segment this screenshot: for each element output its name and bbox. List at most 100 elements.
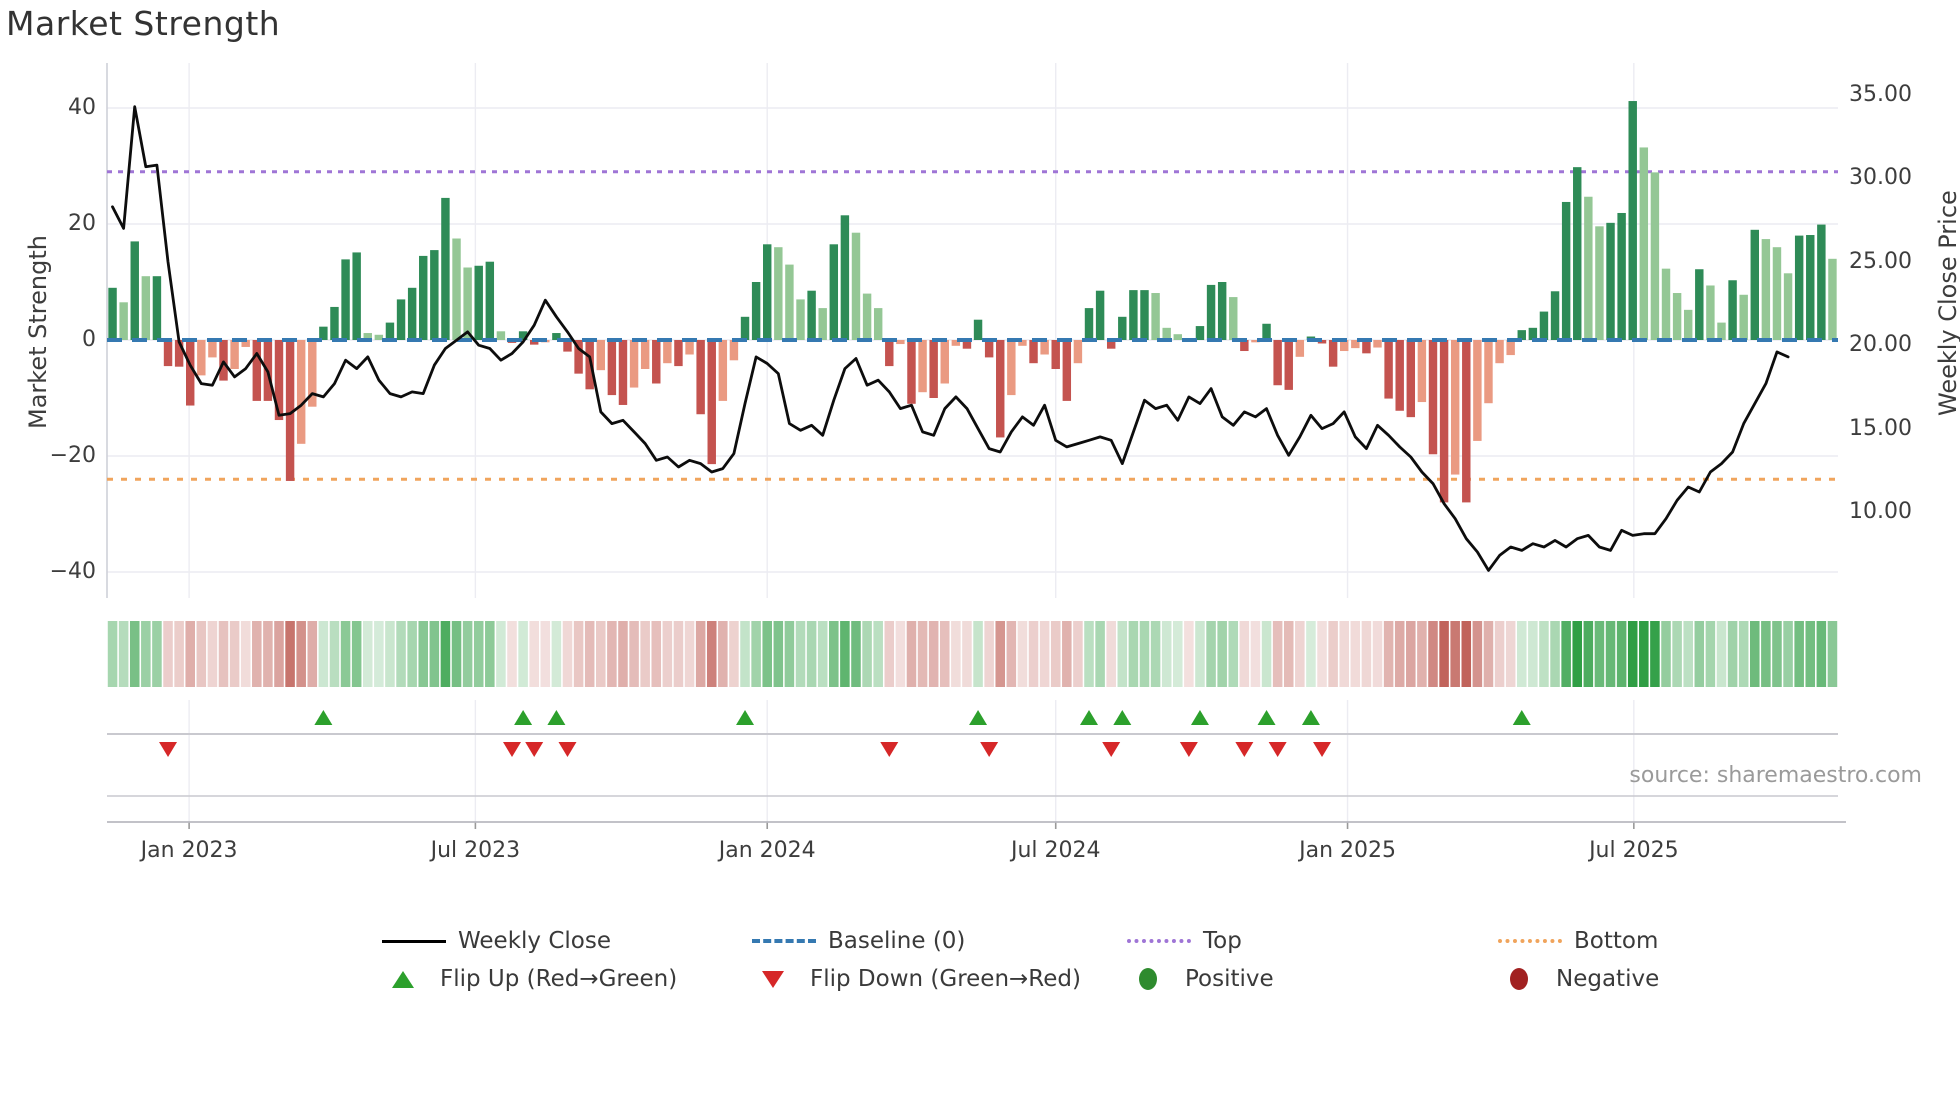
heatmap-cell bbox=[1394, 621, 1405, 687]
heatmap-cell bbox=[1461, 621, 1472, 687]
flip-up-marker bbox=[514, 710, 533, 725]
heatmap-cell bbox=[473, 621, 484, 687]
strength-bar-positive bbox=[496, 331, 506, 340]
flip-up-marker bbox=[969, 710, 988, 725]
heatmap-cell bbox=[274, 621, 284, 687]
strength-bar-negative bbox=[219, 340, 228, 381]
strength-bar-positive bbox=[385, 322, 395, 340]
strength-bar-negative bbox=[1417, 340, 1427, 403]
strength-bar-positive bbox=[1118, 316, 1127, 340]
strength-bar-positive bbox=[1084, 308, 1094, 340]
y-left-tick-label: −40 bbox=[49, 559, 96, 584]
strength-bar-positive bbox=[419, 255, 428, 340]
heatmap-cell bbox=[418, 621, 429, 687]
strength-bar-negative bbox=[1439, 340, 1449, 503]
strength-bar-positive bbox=[1595, 226, 1604, 340]
heatmap-cell bbox=[118, 621, 129, 687]
heatmap-cell bbox=[485, 621, 495, 687]
strength-bar-positive bbox=[1650, 172, 1660, 340]
strength-bar-negative bbox=[1040, 340, 1049, 355]
heatmap-cell bbox=[1616, 621, 1627, 687]
heatmap-cell bbox=[862, 621, 872, 687]
strength-bar-negative bbox=[996, 340, 1005, 438]
heatmap-cell bbox=[185, 621, 195, 687]
strength-bar-negative bbox=[707, 340, 716, 465]
heatmap-cell bbox=[462, 621, 473, 687]
strength-bar-negative bbox=[685, 340, 694, 355]
heatmap-cell bbox=[1561, 621, 1571, 687]
heatmap-cell bbox=[1272, 621, 1283, 687]
heatmap-cell bbox=[351, 621, 362, 687]
y-left-tick-label: 0 bbox=[82, 327, 96, 352]
strength-bar-negative bbox=[618, 340, 628, 405]
strength-bar-positive bbox=[108, 287, 117, 340]
heatmap-cell bbox=[1295, 621, 1305, 687]
heatmap-cell bbox=[584, 621, 595, 687]
legend-item-top: Top bbox=[1127, 928, 1242, 954]
heatmap-cell bbox=[551, 621, 562, 687]
heatmap-cell bbox=[1039, 621, 1050, 687]
strength-bar-negative bbox=[652, 340, 661, 384]
legend-item-negative: Negative bbox=[1498, 966, 1659, 992]
strength-bar-positive bbox=[1683, 309, 1693, 340]
heatmap-cell bbox=[1594, 621, 1605, 687]
strength-bar-negative bbox=[674, 340, 683, 367]
heatmap-cell bbox=[1139, 621, 1150, 687]
heatmap-cell bbox=[729, 621, 739, 687]
heatmap-cell bbox=[1550, 621, 1560, 687]
flip-up-marker bbox=[1301, 710, 1320, 725]
strength-bar-negative bbox=[1362, 340, 1371, 354]
market-strength-dashboard: Market Strength Market Strength Weekly C… bbox=[0, 0, 1960, 1102]
heatmap-cell bbox=[1439, 621, 1449, 687]
flip-down-marker bbox=[1102, 742, 1121, 757]
y-left-tick-label: −20 bbox=[49, 443, 96, 468]
heatmap-cell bbox=[806, 621, 817, 687]
flip-up-marker bbox=[547, 710, 566, 725]
legend-label: Weekly Close bbox=[458, 928, 611, 954]
strength-bar-positive bbox=[807, 290, 816, 340]
heatmap-cell bbox=[651, 621, 662, 687]
strength-bar-positive bbox=[474, 265, 483, 340]
heatmap-cell bbox=[1283, 621, 1294, 687]
flip-down-marker bbox=[1179, 742, 1198, 757]
flip-down-marker bbox=[159, 742, 178, 757]
heatmap-cell bbox=[1339, 621, 1349, 687]
strength-bar-positive bbox=[1828, 258, 1837, 340]
flip-down-marker bbox=[880, 742, 899, 757]
strength-bar-positive bbox=[1806, 235, 1815, 340]
x-tick-label: Jul 2024 bbox=[1010, 838, 1101, 863]
positive-circle-icon bbox=[1139, 968, 1157, 990]
strength-bar-positive bbox=[774, 247, 783, 340]
flip-up-marker bbox=[1113, 710, 1132, 725]
heatmap-cell bbox=[518, 621, 528, 687]
strength-bar-negative bbox=[1495, 340, 1504, 364]
heatmap-cell bbox=[1528, 621, 1538, 687]
heatmap-cell bbox=[1583, 621, 1594, 687]
heatmap-cell bbox=[1450, 621, 1460, 687]
x-tick-label: Jan 2024 bbox=[718, 838, 816, 863]
strength-bar-negative bbox=[1295, 340, 1305, 357]
strength-bar-negative bbox=[984, 340, 994, 358]
strength-bar-positive bbox=[1728, 280, 1737, 340]
strength-bar-positive bbox=[1539, 311, 1549, 340]
strength-bar-negative bbox=[1062, 340, 1072, 401]
heatmap-cell bbox=[1050, 621, 1061, 687]
heatmap-cell bbox=[1228, 621, 1239, 687]
legend-label: Baseline (0) bbox=[828, 928, 966, 954]
strength-bar-positive bbox=[463, 267, 472, 340]
heatmap-cell bbox=[1217, 621, 1227, 687]
strength-bar-negative bbox=[1373, 340, 1382, 348]
strength-bar-positive bbox=[141, 276, 151, 340]
legend-item-flip-up: Flip Up (Red→Green) bbox=[382, 966, 677, 992]
legend-label: Flip Down (Green→Red) bbox=[810, 966, 1081, 992]
strength-bar-positive bbox=[818, 308, 827, 340]
heatmap-cell bbox=[829, 621, 839, 687]
x-tick-label: Jul 2025 bbox=[1589, 838, 1679, 863]
legend-label: Negative bbox=[1556, 966, 1660, 992]
strength-bar-positive bbox=[319, 326, 328, 340]
heatmap-cell bbox=[1073, 621, 1083, 687]
strength-bar-positive bbox=[829, 244, 839, 340]
heatmap-cell bbox=[1705, 621, 1716, 687]
strength-bar-positive bbox=[1262, 323, 1271, 340]
legend-label: Flip Up (Red→Green) bbox=[440, 966, 678, 992]
